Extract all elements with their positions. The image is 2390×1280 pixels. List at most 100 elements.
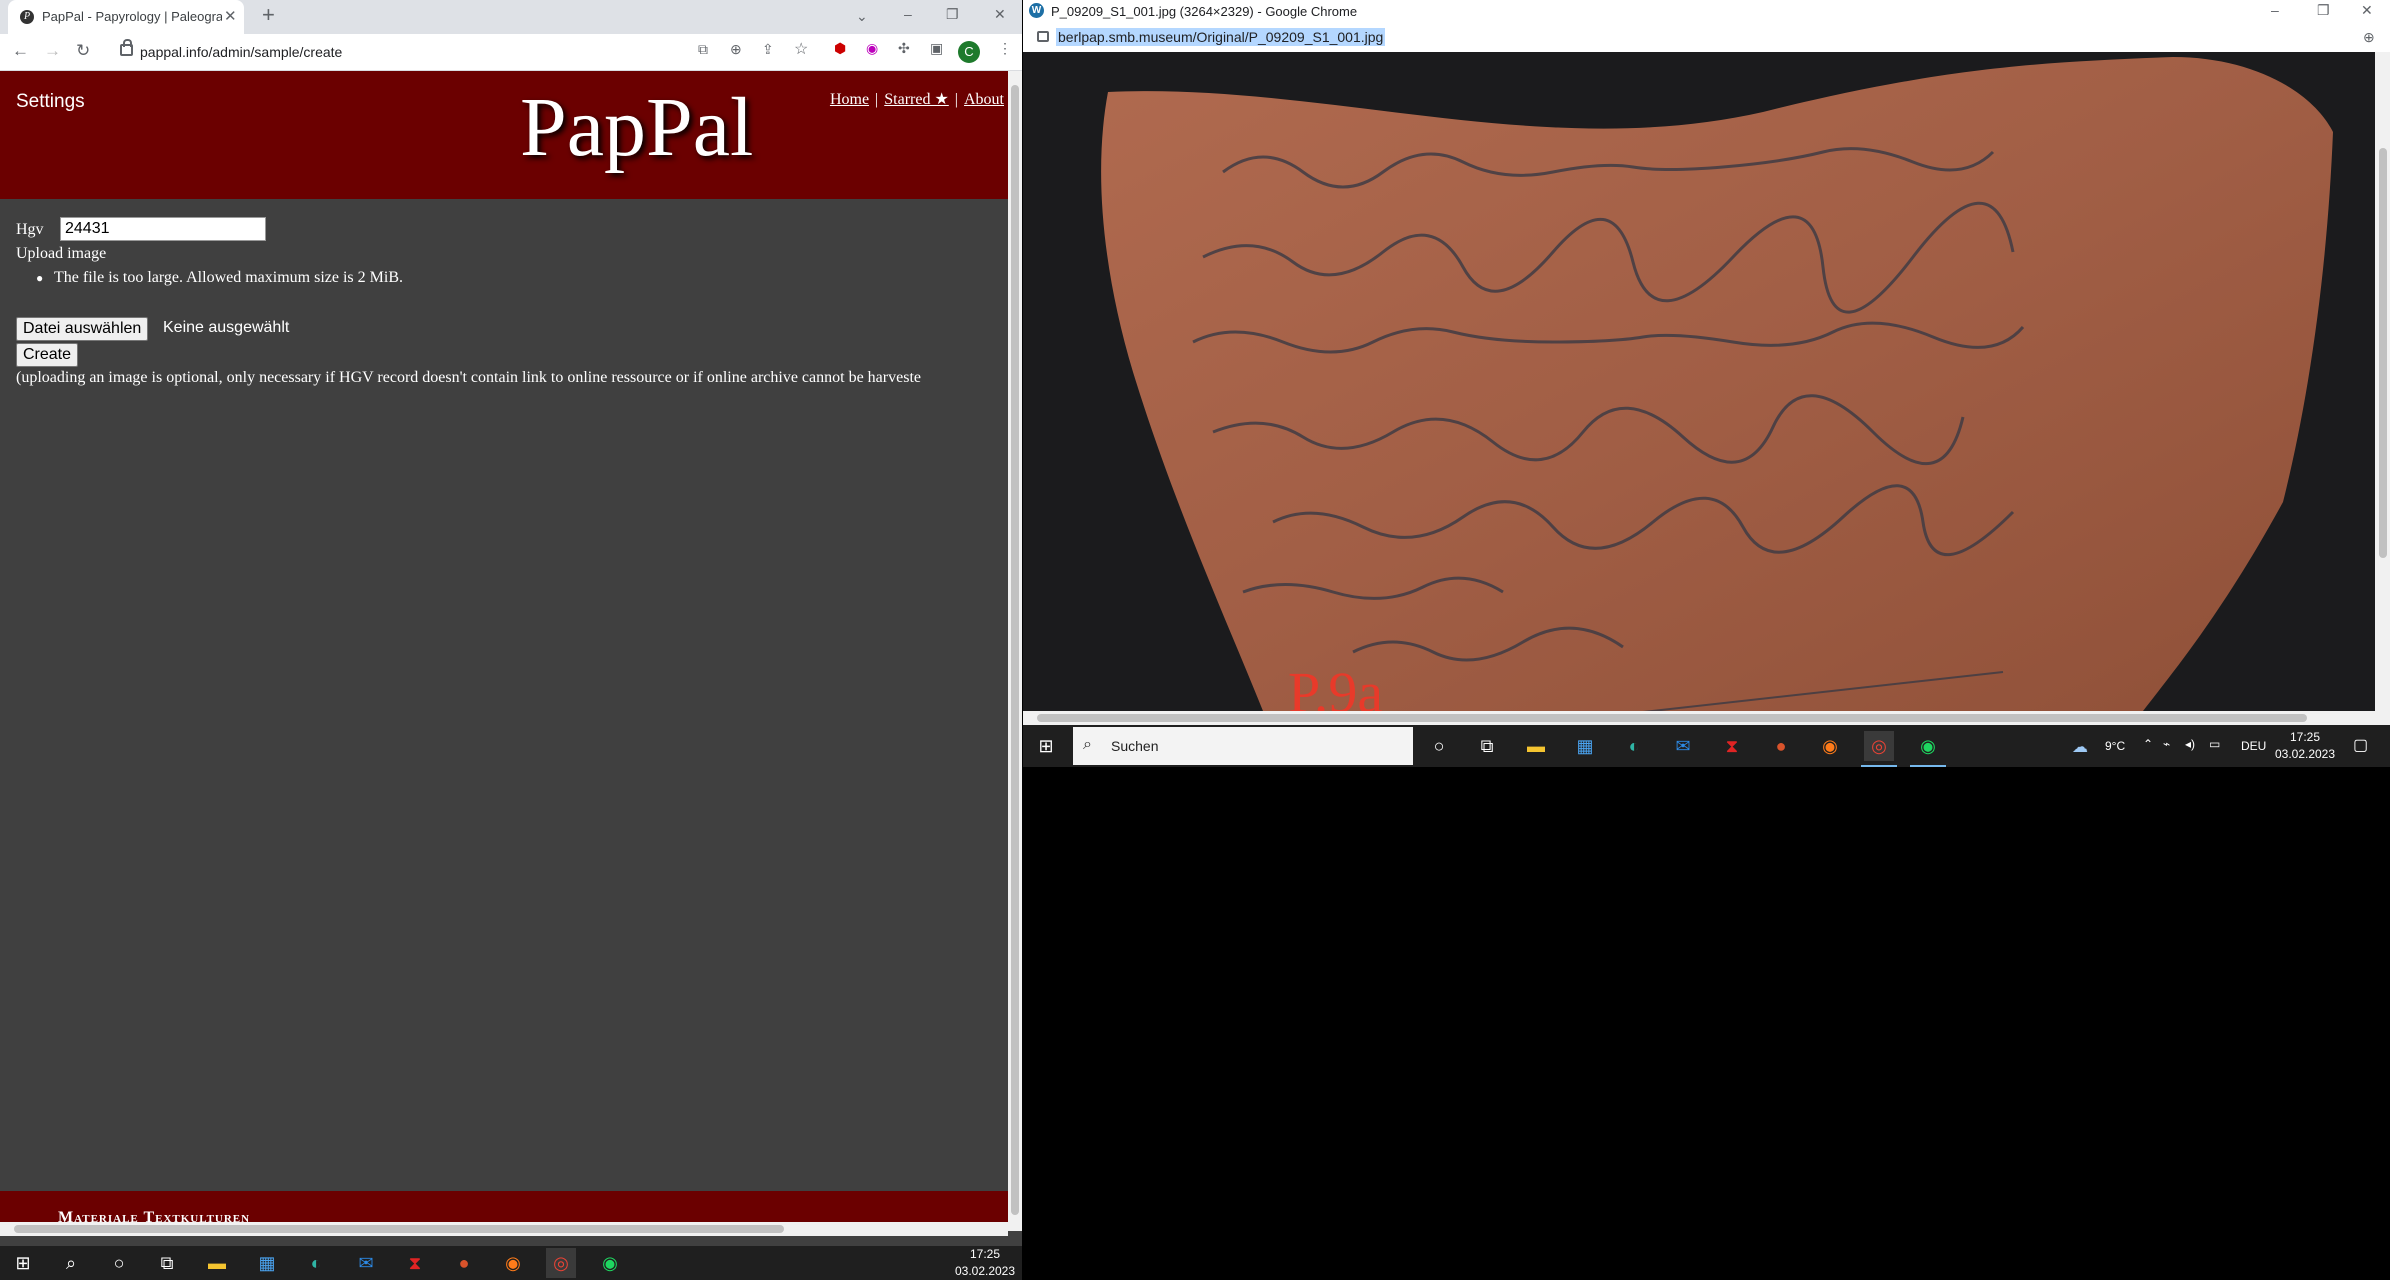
edge-icon[interactable]: ◐ xyxy=(1619,731,1649,761)
cortana-icon[interactable]: ○ xyxy=(104,1248,134,1278)
vertical-scrollbar[interactable] xyxy=(1008,71,1022,1231)
new-tab-button[interactable]: + xyxy=(262,2,275,28)
windows-start-icon[interactable]: ⊞ xyxy=(8,1248,38,1278)
create-button[interactable]: Create xyxy=(16,343,79,367)
network-icon[interactable]: ⌁ xyxy=(2163,737,2170,751)
scroll-thumb[interactable] xyxy=(1011,85,1019,1215)
weather-temp[interactable]: 9°C xyxy=(2105,739,2125,753)
clock[interactable]: 17:25 03.02.2023 xyxy=(950,1246,1020,1280)
address-bar[interactable]: pappal.info/admin/sample/create xyxy=(108,39,823,65)
search-icon[interactable]: ⌕ xyxy=(56,1248,86,1278)
image-viewport[interactable]: P.9a xyxy=(1023,52,2375,711)
restore-icon[interactable]: ❐ xyxy=(946,6,959,23)
extension-shield-icon[interactable]: ⬢ xyxy=(834,40,846,57)
no-file-selected-text: Keine ausgewählt xyxy=(163,319,290,336)
bookmark-star-icon[interactable]: ☆ xyxy=(794,39,808,59)
window-close-icon[interactable]: ✕ xyxy=(2361,2,2373,19)
powerpoint-icon[interactable]: ● xyxy=(449,1248,479,1278)
side-panel-icon[interactable]: ▣ xyxy=(930,40,943,57)
task-view-icon[interactable]: ⧉ xyxy=(1472,731,1502,761)
tab-pappal[interactable]: P PapPal - Papyrology | Paleograph ✕ xyxy=(8,0,244,34)
right-taskbar: ⊞ ⌕ Suchen ○ ⧉ ▬ ▦ ◐ ✉ ⧗ ● ◉ ◎ ◉ ☁ 9°C ⌃… xyxy=(1023,725,2390,767)
back-arrow-icon[interactable]: ← xyxy=(12,41,29,61)
acrobat-icon[interactable]: ⧗ xyxy=(1717,731,1747,761)
windows-start-icon[interactable]: ⊞ xyxy=(1031,731,1061,761)
create-sample-form: Hgv 24431 Upload image ● The file is too… xyxy=(16,217,1016,397)
lock-icon xyxy=(1037,31,1049,42)
minimize-icon[interactable]: – xyxy=(2271,2,2279,18)
lock-icon xyxy=(120,39,133,56)
file-size-error: The file is too large. Allowed maximum s… xyxy=(54,269,403,286)
profile-avatar[interactable]: C xyxy=(958,41,980,63)
vertical-scrollbar[interactable] xyxy=(2375,52,2390,711)
volume-icon[interactable]: ◂) xyxy=(2185,737,2195,751)
choose-file-button[interactable]: Datei auswählen xyxy=(16,317,149,341)
taskbar-search-box[interactable]: ⌕ Suchen xyxy=(1073,727,1413,765)
pappal-favicon-icon: P xyxy=(20,10,34,24)
scroll-thumb[interactable] xyxy=(2379,148,2387,558)
language-indicator[interactable]: DEU xyxy=(2241,739,2266,753)
nav-about-link[interactable]: About xyxy=(964,91,1004,108)
store-icon[interactable]: ▦ xyxy=(252,1248,282,1278)
cortana-icon[interactable]: ○ xyxy=(1424,731,1454,761)
spotify-icon[interactable]: ◉ xyxy=(595,1248,625,1278)
acrobat-icon[interactable]: ⧗ xyxy=(400,1248,430,1278)
scroll-thumb[interactable] xyxy=(1037,714,2307,722)
hgv-input[interactable]: 24431 xyxy=(60,217,266,241)
translate-icon[interactable]: ⧉ xyxy=(698,41,708,58)
file-explorer-icon[interactable]: ▬ xyxy=(1521,731,1551,761)
reload-icon[interactable]: ↻ xyxy=(76,41,90,61)
toolbar: ← → ↻ pappal.info/admin/sample/create ⧉ … xyxy=(0,34,1022,71)
share-icon[interactable]: ⇪ xyxy=(762,41,774,58)
scroll-thumb[interactable] xyxy=(14,1225,784,1233)
tab-bar: P PapPal - Papyrology | Paleograph ✕ + ⌄… xyxy=(0,0,1022,34)
restore-icon[interactable]: ❐ xyxy=(2317,2,2330,19)
nav-home-link[interactable]: Home xyxy=(830,91,869,108)
chrome-icon[interactable]: ◎ xyxy=(546,1248,576,1278)
clock-time: 17:25 xyxy=(969,1247,1001,1261)
top-nav: Home | Starred ★ | About xyxy=(830,89,1004,109)
tab-close-icon[interactable]: ✕ xyxy=(224,7,237,25)
task-view-icon[interactable]: ⧉ xyxy=(152,1248,182,1278)
weather-cloud-icon[interactable]: ☁ xyxy=(2072,737,2088,757)
nav-starred-link[interactable]: Starred ★ xyxy=(884,91,949,108)
chrome-icon[interactable]: ◎ xyxy=(1864,731,1894,761)
powerpoint-icon[interactable]: ● xyxy=(1766,731,1796,761)
chrome-active-indicator xyxy=(1861,765,1897,767)
ostracon-image: P.9a xyxy=(1023,52,2375,711)
left-browser-window: P PapPal - Papyrology | Paleograph ✕ + ⌄… xyxy=(0,0,1022,1246)
clock-date: 03.02.2023 xyxy=(954,1264,1016,1278)
tray-chevron-icon[interactable]: ⌃ xyxy=(2143,737,2153,751)
tab-search-icon[interactable]: ⌄ xyxy=(856,8,868,25)
notification-icon[interactable]: ▢ xyxy=(2353,735,2368,755)
horizontal-scrollbar[interactable] xyxy=(0,1222,1008,1236)
window-close-icon[interactable]: ✕ xyxy=(994,6,1006,23)
clock[interactable]: 17:25 03.02.2023 xyxy=(2273,729,2337,763)
extension-ublock-icon[interactable]: ◉ xyxy=(866,40,878,57)
zoom-icon[interactable]: ⊕ xyxy=(2363,29,2375,46)
horizontal-scrollbar[interactable] xyxy=(1023,711,2390,725)
menu-kebab-icon[interactable]: ⋮ xyxy=(998,40,1012,57)
firefox-icon[interactable]: ◉ xyxy=(1815,731,1845,761)
pappal-logo: PapPal xyxy=(520,81,754,174)
search-icon: ⌕ xyxy=(1083,736,1092,753)
battery-icon[interactable]: ▭ xyxy=(2209,737,2220,751)
store-icon[interactable]: ▦ xyxy=(1570,731,1600,761)
search-placeholder: Suchen xyxy=(1111,738,1159,754)
spotify-icon[interactable]: ◉ xyxy=(1913,731,1943,761)
upload-note: (uploading an image is optional, only ne… xyxy=(16,369,921,386)
minimize-icon[interactable]: – xyxy=(904,6,912,22)
mail-icon[interactable]: ✉ xyxy=(351,1248,381,1278)
mail-icon[interactable]: ✉ xyxy=(1668,731,1698,761)
extensions-puzzle-icon[interactable]: ✣ xyxy=(898,40,910,57)
address-bar[interactable]: berlpap.smb.museum/Original/P_09209_S1_0… xyxy=(1023,24,2390,53)
zoom-icon[interactable]: ⊕ xyxy=(730,41,742,58)
upload-image-label: Upload image xyxy=(16,245,107,262)
forward-arrow-icon[interactable]: → xyxy=(44,41,61,61)
nav-separator: | xyxy=(954,91,958,108)
spotify-active-indicator xyxy=(1910,765,1946,767)
settings-link[interactable]: Settings xyxy=(16,91,85,113)
file-explorer-icon[interactable]: ▬ xyxy=(202,1248,232,1278)
firefox-icon[interactable]: ◉ xyxy=(498,1248,528,1278)
edge-icon[interactable]: ◐ xyxy=(301,1248,331,1278)
